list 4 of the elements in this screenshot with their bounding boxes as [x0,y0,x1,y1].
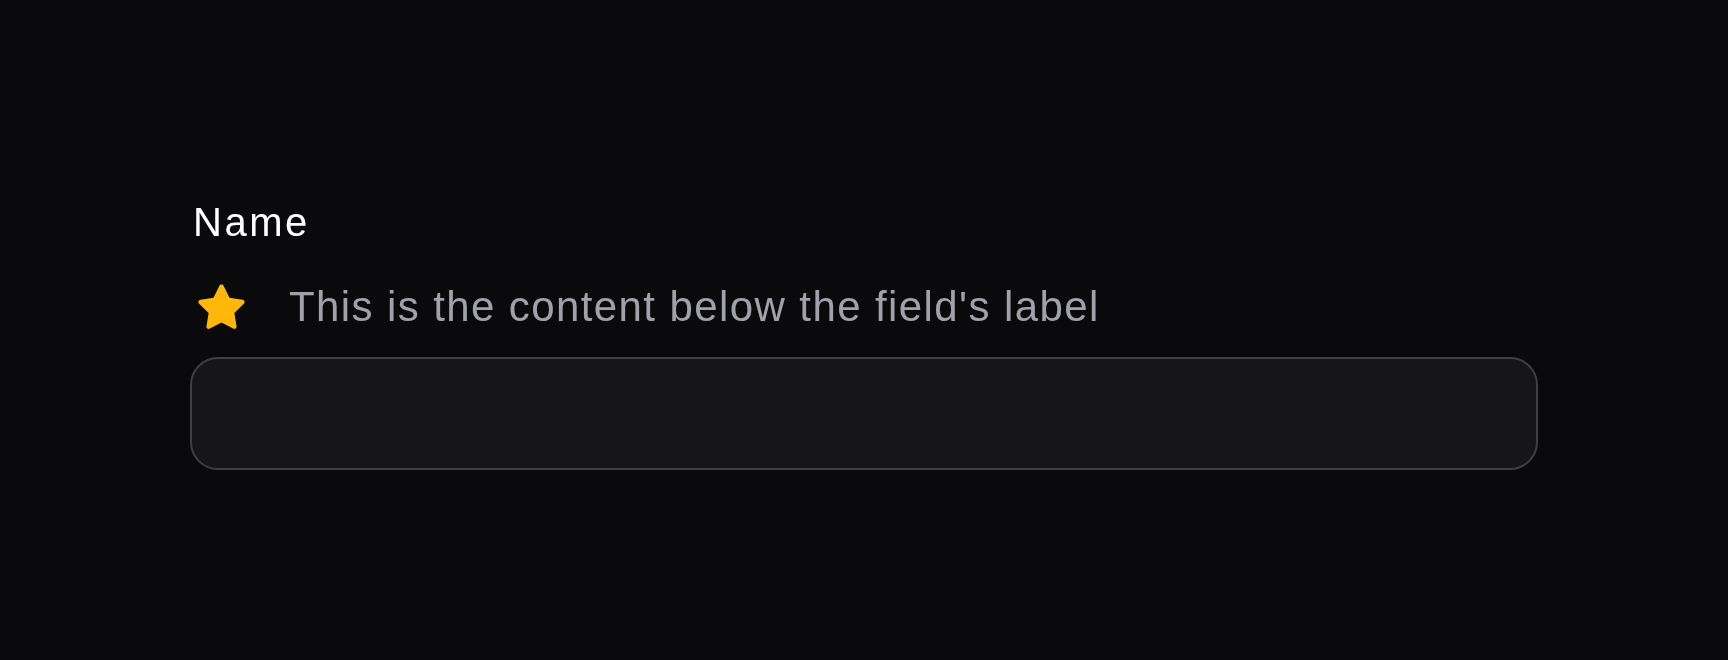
input-field[interactable] [190,357,1538,470]
star-icon [196,283,247,331]
field-label: Name [192,199,310,246]
field-description: This is the content below the field's label [289,283,1100,331]
